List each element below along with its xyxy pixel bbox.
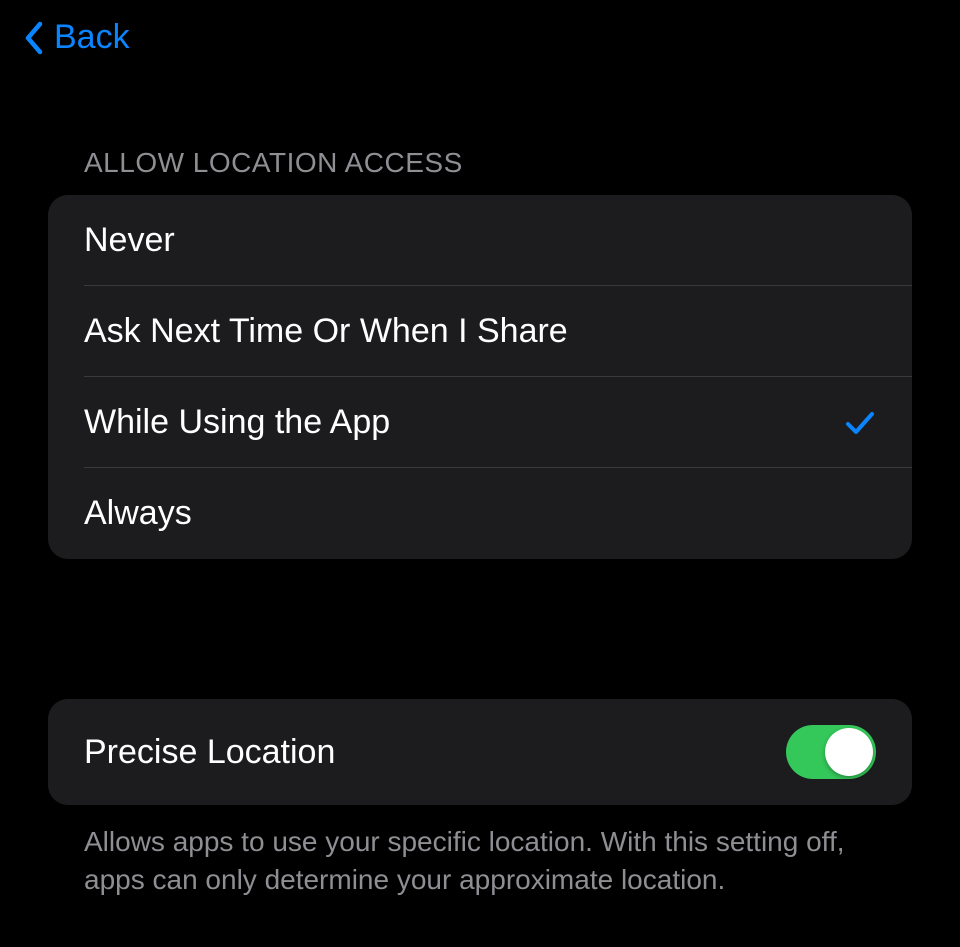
precise-location-label: Precise Location (84, 733, 335, 772)
option-label: Never (84, 221, 175, 260)
option-while-using[interactable]: While Using the App (48, 377, 912, 468)
back-label: Back (54, 18, 130, 57)
option-label: Ask Next Time Or When I Share (84, 312, 568, 351)
option-always[interactable]: Always (48, 468, 912, 559)
precise-location-toggle[interactable] (786, 725, 876, 779)
precise-location-row[interactable]: Precise Location (48, 699, 912, 805)
back-button[interactable]: Back (0, 0, 960, 75)
chevron-left-icon (22, 20, 46, 56)
option-label: Always (84, 494, 192, 533)
toggle-knob (825, 728, 873, 776)
option-label: While Using the App (84, 403, 390, 442)
location-access-options: Never Ask Next Time Or When I Share Whil… (48, 195, 912, 559)
option-ask-next-time[interactable]: Ask Next Time Or When I Share (48, 286, 912, 377)
precise-location-footer: Allows apps to use your specific locatio… (48, 805, 912, 899)
precise-location-group: Precise Location (48, 699, 912, 805)
option-never[interactable]: Never (48, 195, 912, 286)
section-header-location-access: Allow Location Access (48, 75, 912, 195)
checkmark-icon (844, 407, 876, 439)
